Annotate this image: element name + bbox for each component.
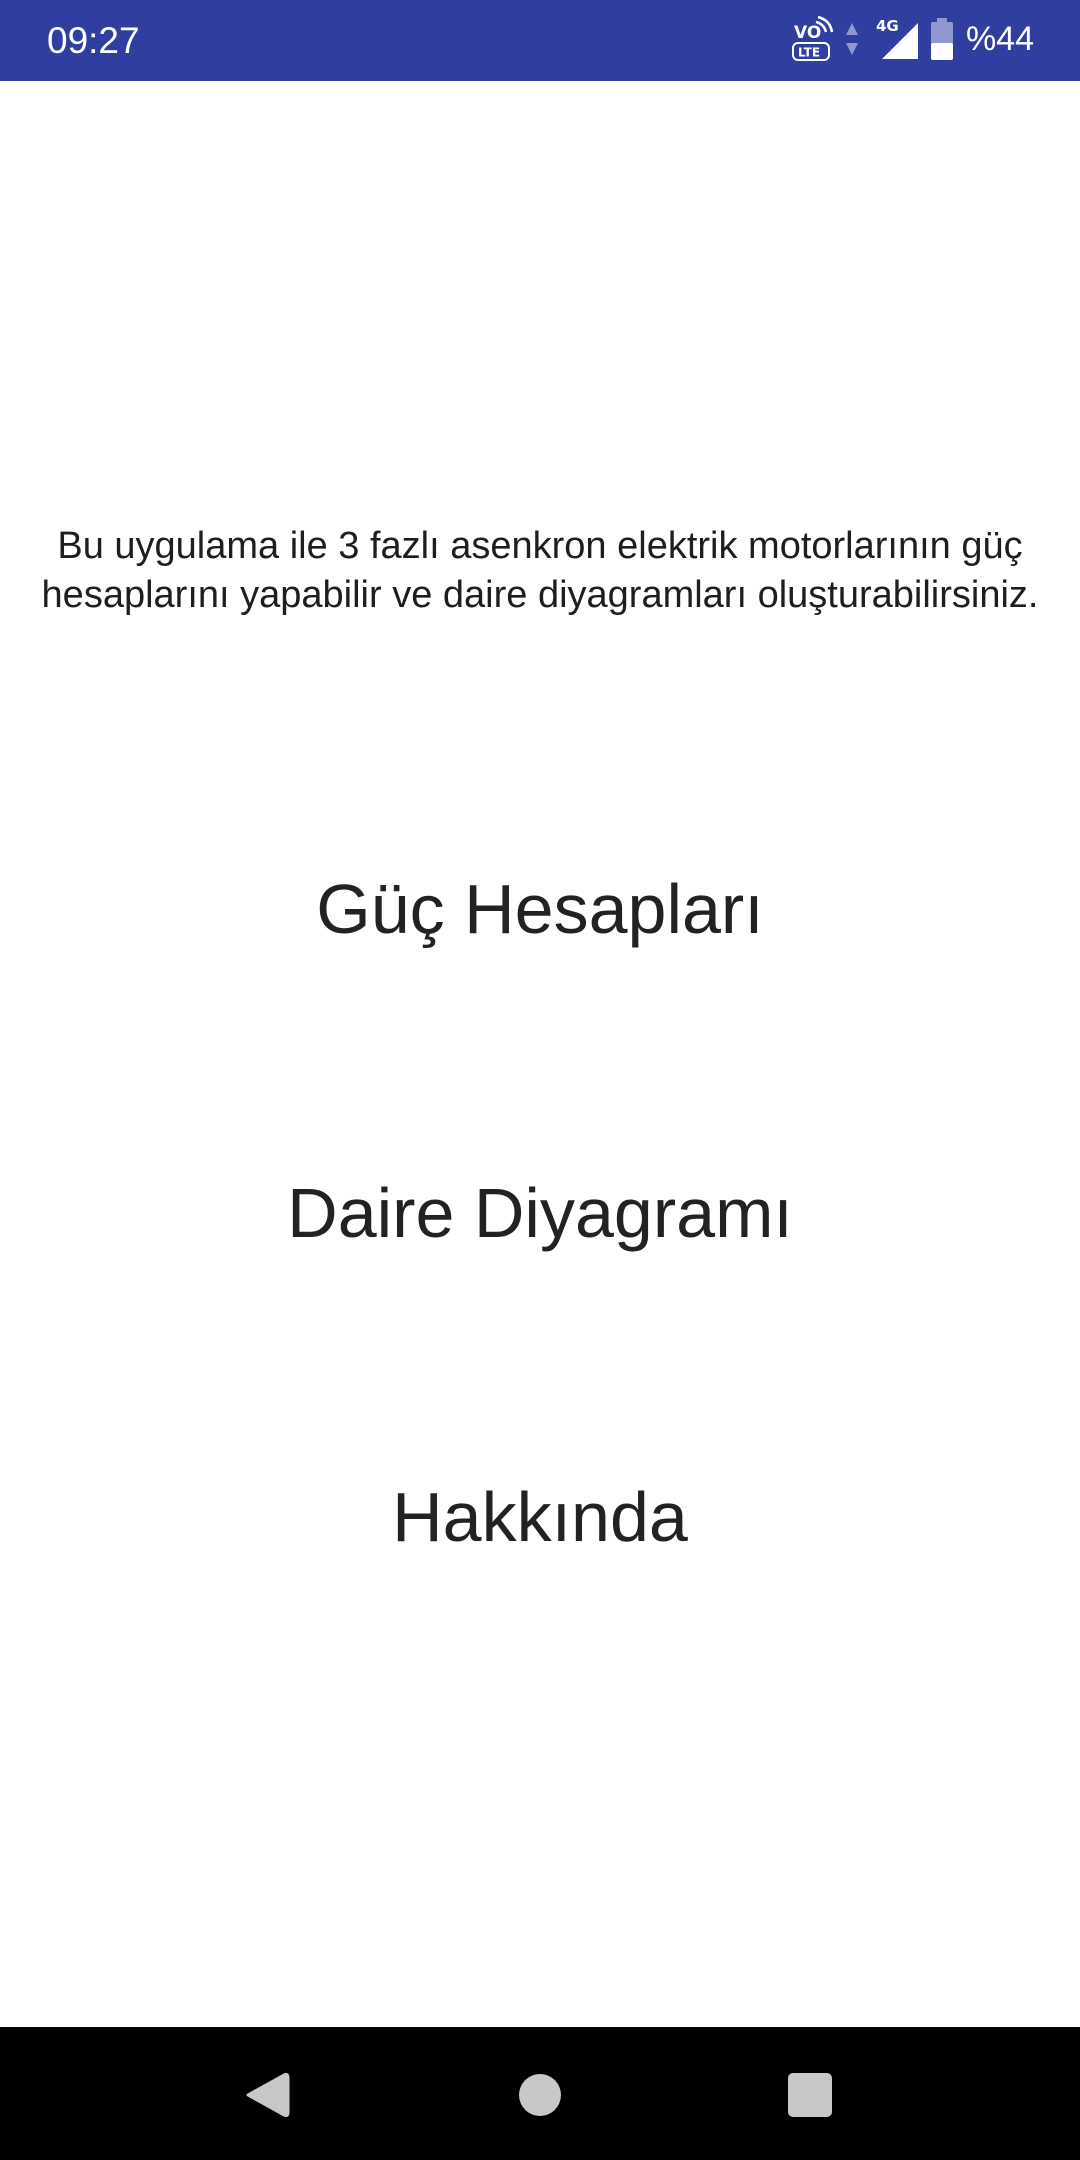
navigation-bar	[0, 2027, 1080, 2160]
battery-percent: %44	[965, 20, 1034, 58]
status-time: 09:27	[47, 20, 140, 61]
app-description: Bu uygulama ile 3 fazlı asenkron elektri…	[41, 525, 1039, 616]
power-calculations-button[interactable]: Güç Hesapları	[140, 844, 940, 974]
app-screen: 09:27 VO LTE 4G %44 Bu uygulama ile 3 fa…	[0, 0, 1080, 2160]
home-button[interactable]	[500, 2055, 580, 2135]
battery-icon	[930, 18, 953, 60]
data-activity-icon	[845, 23, 858, 55]
svg-text:VO: VO	[794, 23, 821, 43]
volte-icon: VO LTE	[791, 16, 834, 61]
svg-text:LTE: LTE	[798, 46, 820, 60]
back-button[interactable]	[227, 2055, 307, 2135]
status-icons: VO LTE 4G %44	[780, 14, 1034, 64]
recent-apps-icon	[788, 2073, 832, 2117]
circle-diagram-button[interactable]: Daire Diyagramı	[140, 1148, 940, 1278]
back-icon	[246, 2072, 290, 2118]
signal-icon: 4G	[876, 17, 918, 59]
svg-text:4G: 4G	[876, 17, 899, 35]
recent-apps-button[interactable]	[770, 2055, 850, 2135]
about-button[interactable]: Hakkında	[140, 1452, 940, 1582]
home-icon	[519, 2074, 561, 2116]
status-bar: 09:27 VO LTE 4G %44	[0, 0, 1080, 81]
